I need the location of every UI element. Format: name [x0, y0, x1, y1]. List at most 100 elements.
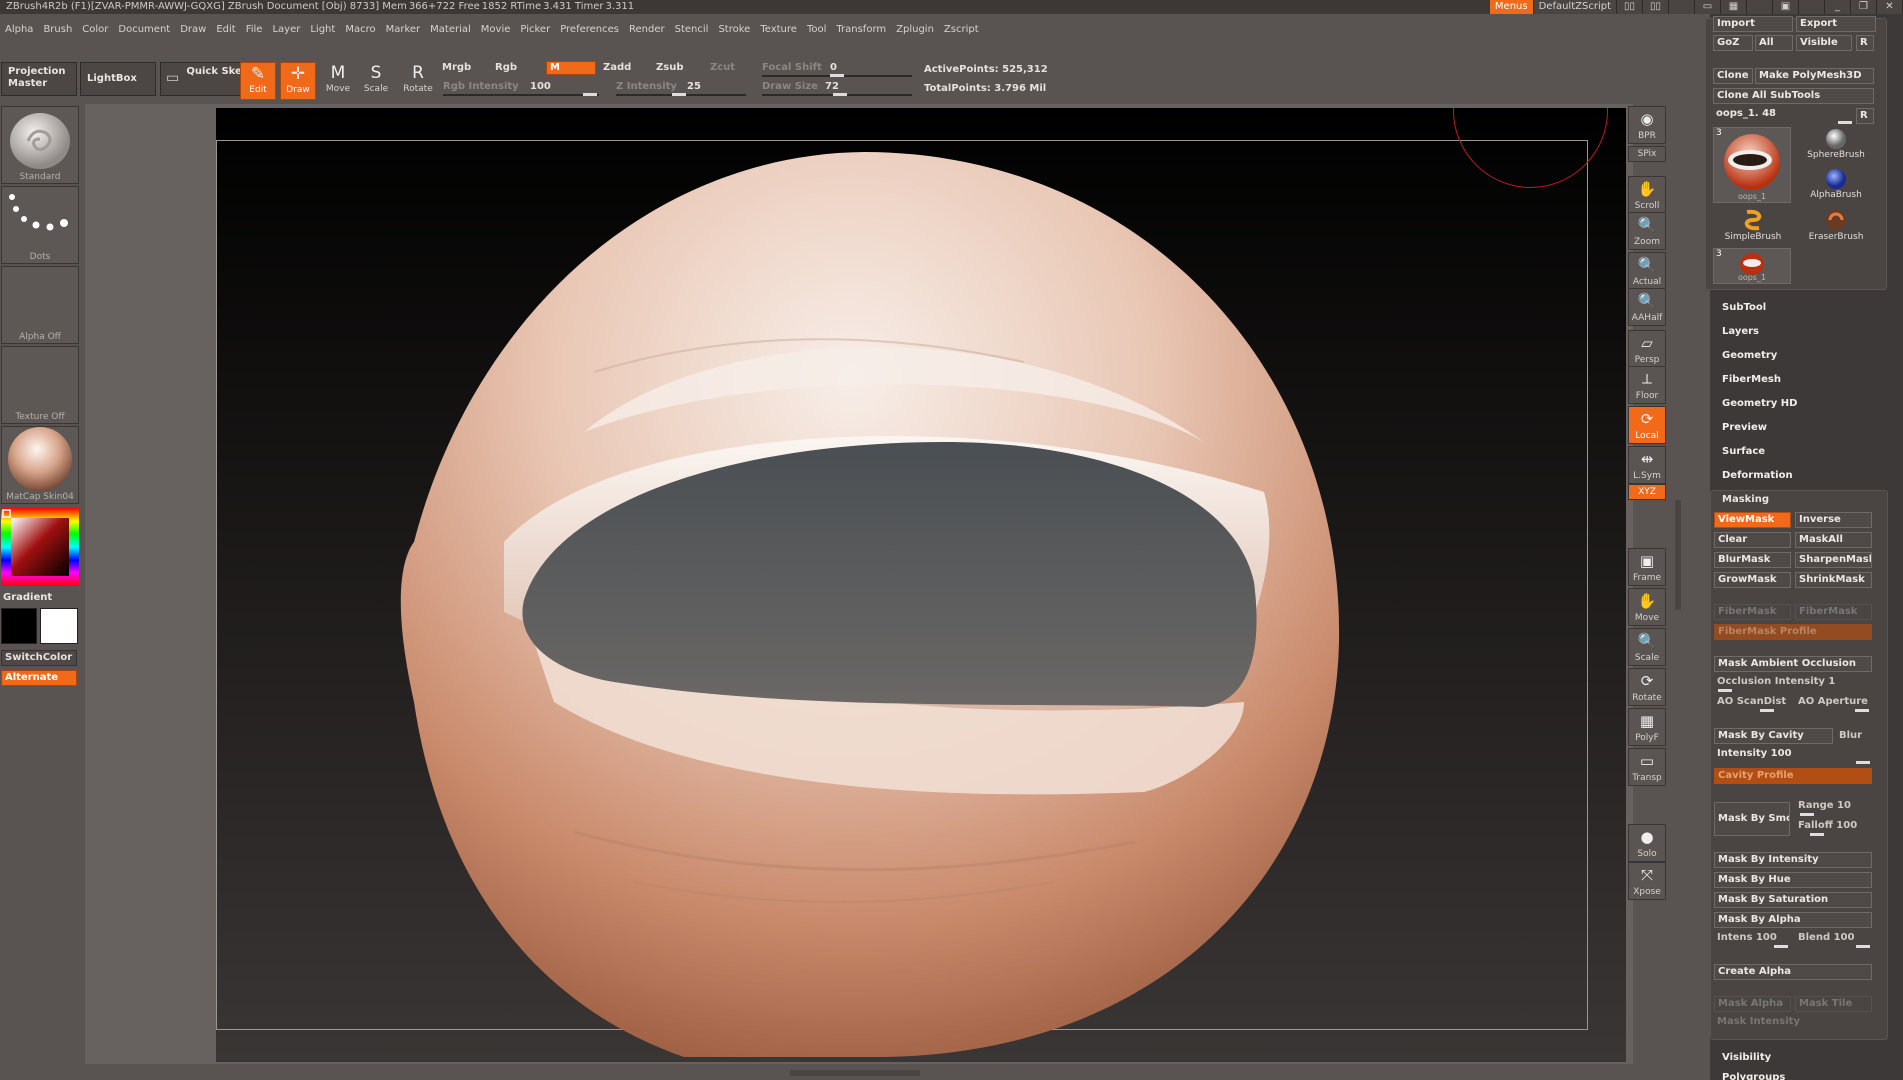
menu-layer[interactable]: Layer [267, 22, 305, 38]
alpha-slot[interactable]: Alpha Off [1, 266, 79, 344]
rgb-button[interactable]: Rgb [495, 62, 517, 73]
zcut-button[interactable]: Zcut [710, 62, 735, 73]
brush-slot[interactable]: Standard [1, 106, 79, 184]
falloff-knob[interactable] [1810, 833, 1824, 836]
all-button[interactable]: All [1755, 35, 1793, 51]
dock-transp-button[interactable]: ▭ Transp [1628, 748, 1666, 786]
draw-size-knob[interactable] [833, 93, 847, 96]
tool-thumb-eraserbrush[interactable]: EraserBrush [1796, 208, 1876, 242]
range-knob[interactable] [1800, 813, 1814, 816]
menu-draw[interactable]: Draw [175, 22, 211, 38]
draw-button[interactable]: ✛ Draw [280, 62, 316, 100]
menu-transform[interactable]: Transform [831, 22, 891, 38]
cavity-profile-curve[interactable]: Cavity Profile [1714, 768, 1872, 784]
fibermask-secondary-button[interactable]: FiberMask [1795, 604, 1872, 620]
dock-solo-button[interactable]: ● Solo [1628, 824, 1666, 862]
main-color-swatch[interactable] [40, 608, 78, 644]
restore-icon[interactable]: ❐ [1851, 0, 1877, 14]
viewmask-button[interactable]: ViewMask [1714, 512, 1791, 528]
goz-button[interactable]: GoZ [1713, 35, 1753, 51]
blend-slider[interactable]: Blend 100 [1798, 932, 1854, 943]
secondary-color-swatch[interactable] [1, 608, 37, 644]
fibermask-button[interactable]: FiberMask [1714, 604, 1791, 620]
section-subtool[interactable]: SubTool [1722, 302, 1766, 313]
projection-master-button[interactable]: Projection Master [1, 62, 77, 96]
tool-slider-knob[interactable] [1838, 121, 1852, 124]
alternate-button[interactable]: Alternate [1, 670, 77, 686]
rgb-intensity-slider[interactable] [443, 94, 599, 96]
ao-scandist-slider[interactable]: AO ScanDist [1717, 696, 1786, 707]
dock-scroll-button[interactable]: ✋ Scroll [1628, 176, 1666, 214]
dock-actual-button[interactable]: 🔍 Actual [1628, 252, 1666, 290]
menu-macro[interactable]: Macro [340, 22, 380, 38]
menu-zplugin[interactable]: Zplugin [891, 22, 939, 38]
stroke-slot[interactable]: Dots [1, 186, 79, 264]
window-icon[interactable]: ▣ [1773, 0, 1799, 14]
cavity-intensity-slider[interactable]: Intensity 100 [1717, 748, 1792, 759]
import-button[interactable]: Import [1713, 16, 1793, 32]
falloff-slider[interactable]: Falloff 100 [1798, 820, 1857, 831]
menu-file[interactable]: File [241, 22, 268, 38]
dock-aahalf-button[interactable]: 🔍 AAHalf [1628, 288, 1666, 326]
section-layers[interactable]: Layers [1722, 326, 1759, 337]
dock-persp-button[interactable]: ▱ Persp [1628, 330, 1666, 368]
z-intensity-knob[interactable] [672, 93, 686, 96]
make-polymesh-button[interactable]: Make PolyMesh3D [1755, 68, 1874, 84]
menu-movie[interactable]: Movie [476, 22, 516, 38]
menu-picker[interactable]: Picker [515, 22, 555, 38]
scale-button[interactable]: S Scale [358, 62, 394, 100]
menu-brush[interactable]: Brush [38, 22, 77, 38]
fibermask-profile-curve[interactable]: FiberMask Profile [1714, 624, 1872, 640]
mrgb-button[interactable]: Mrgb [442, 62, 471, 73]
switchcolor-button[interactable]: SwitchColor [1, 650, 77, 666]
tool-thumb-spherebrush[interactable]: SphereBrush [1796, 128, 1876, 160]
default-zscript-button[interactable]: DefaultZScript [1533, 0, 1617, 14]
blend-knob[interactable] [1856, 945, 1870, 948]
menu-light[interactable]: Light [305, 22, 340, 38]
canvas-scrollbar[interactable] [1675, 500, 1681, 610]
dock-zoom-button[interactable]: 🔍 Zoom [1628, 212, 1666, 250]
dock-bpr-button[interactable]: ◉ BPR [1628, 106, 1666, 144]
clone-all-subtools-button[interactable]: Clone All SubTools [1713, 88, 1874, 104]
intens-knob[interactable] [1774, 945, 1788, 948]
move-button[interactable]: M Move [320, 62, 356, 100]
growmask-button[interactable]: GrowMask [1714, 572, 1791, 588]
dock-scale-button[interactable]: 🔍 Scale [1628, 628, 1666, 666]
dock-rotate-button[interactable]: ⟳ Rotate [1628, 668, 1666, 706]
export-button[interactable]: Export [1796, 16, 1876, 32]
layout-icon[interactable]: ▯▯ [1617, 0, 1643, 14]
dock-frame-button[interactable]: ▣ Frame [1628, 548, 1666, 586]
mask-by-saturation-button[interactable]: Mask By Saturation [1714, 892, 1872, 908]
mask-by-cavity-button[interactable]: Mask By Cavity [1714, 728, 1833, 744]
section-fibermesh[interactable]: FiberMesh [1722, 374, 1781, 385]
shrinkmask-button[interactable]: ShrinkMask [1795, 572, 1872, 588]
color-picker[interactable] [1, 508, 79, 586]
mask-ambient-occlusion-button[interactable]: Mask Ambient Occlusion [1714, 656, 1872, 672]
dock-lsym-button[interactable]: ⇹ L.Sym [1628, 446, 1666, 484]
r-button[interactable]: R [1856, 35, 1874, 51]
dock-local-button[interactable]: ⟳ Local [1628, 406, 1666, 444]
rgb-intensity-knob[interactable] [583, 93, 597, 96]
cavity-intensity-knob[interactable] [1856, 761, 1870, 764]
zadd-button[interactable]: Zadd [603, 62, 631, 73]
mask-by-smoothness-button[interactable]: Mask By Smoothness [1714, 802, 1790, 836]
section-geometry-hd[interactable]: Geometry HD [1722, 398, 1797, 409]
menu-stencil[interactable]: Stencil [670, 22, 714, 38]
visibility-section[interactable]: Visibility [1722, 1052, 1771, 1063]
bottom-shelf-handle[interactable] [790, 1070, 920, 1076]
r-toggle-button[interactable]: R [1856, 108, 1874, 124]
tool-thumb-oops-subtool[interactable]: 3 oops_1 [1713, 248, 1791, 284]
sharpenmask-button[interactable]: SharpenMask [1795, 552, 1872, 568]
document-icon[interactable]: ▭ [1695, 0, 1721, 14]
mask-tile-button[interactable]: Mask Tile [1795, 996, 1872, 1012]
ao-scandist-knob[interactable] [1760, 709, 1774, 712]
menu-edit[interactable]: Edit [211, 22, 240, 38]
intens-slider[interactable]: Intens 100 [1717, 932, 1777, 943]
focal-shift-knob[interactable] [830, 74, 844, 77]
range-slider[interactable]: Range 10 [1798, 800, 1851, 811]
visible-button[interactable]: Visible [1796, 35, 1852, 51]
viewport-canvas[interactable] [216, 108, 1626, 1062]
dock-floor-button[interactable]: ⟂ Floor [1628, 366, 1666, 404]
grid-icon[interactable]: ▦ [1721, 0, 1747, 14]
mask-by-intensity-button[interactable]: Mask By Intensity [1714, 852, 1872, 868]
